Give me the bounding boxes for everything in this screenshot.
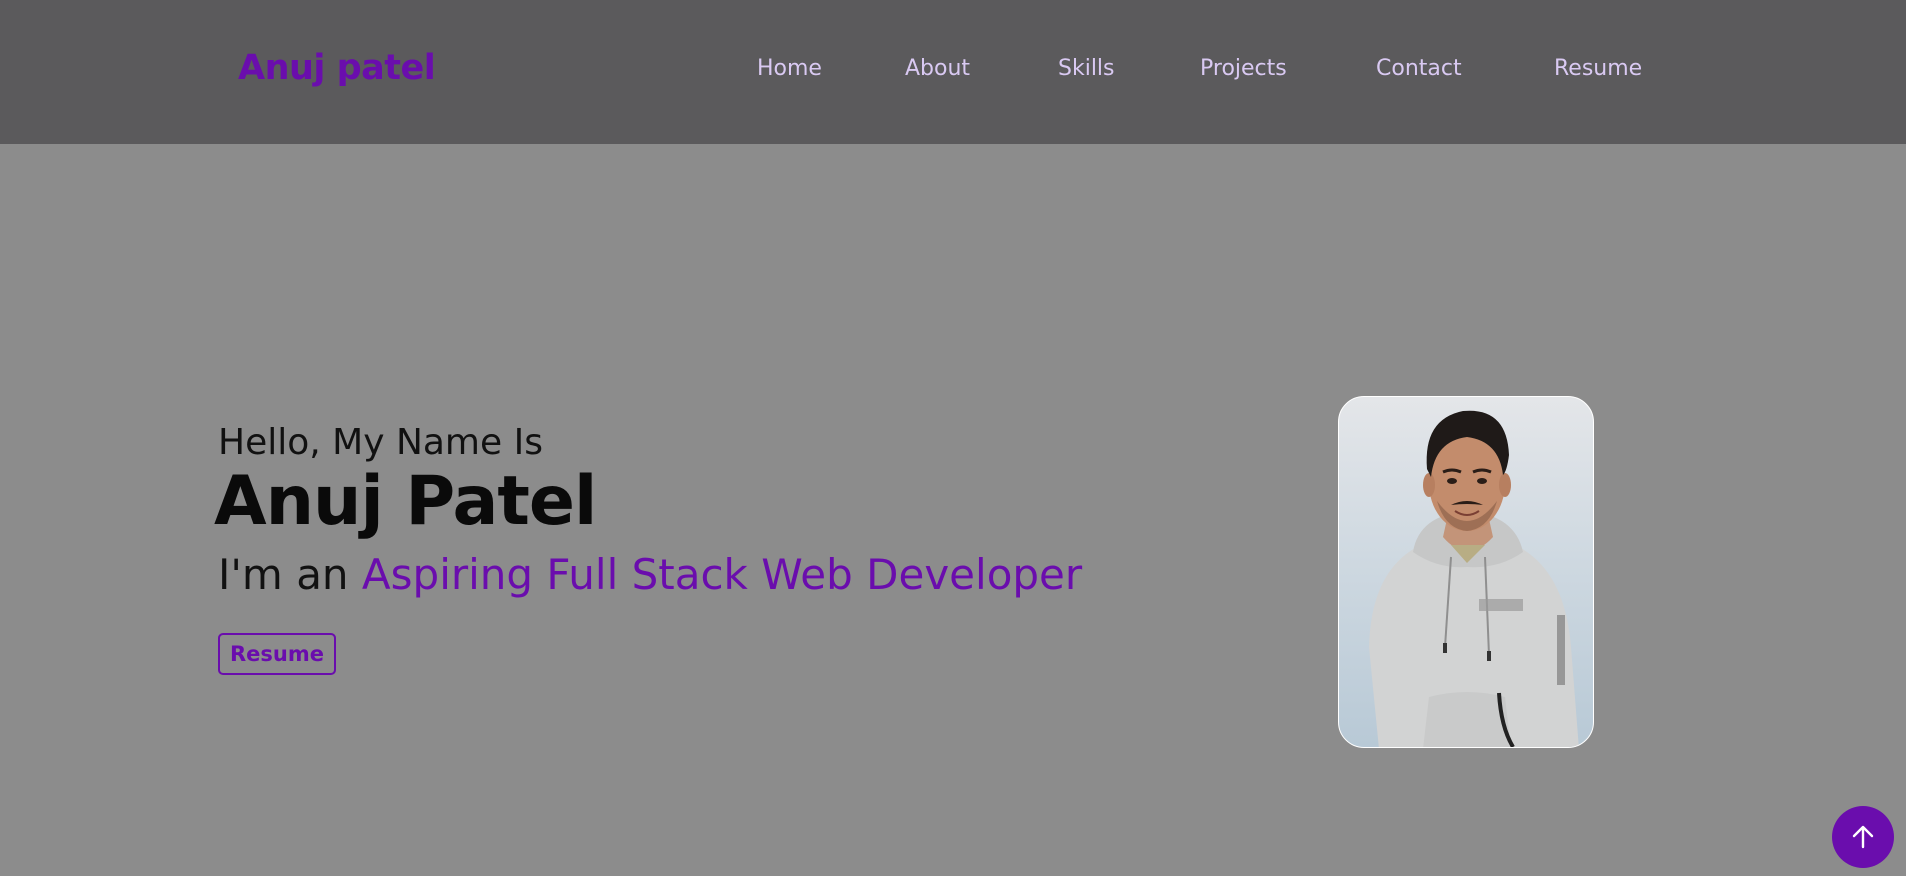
scroll-to-top-button[interactable] [1832, 806, 1894, 868]
nav-menu: Home About Skills Projects Contact Resum… [0, 56, 1906, 86]
nav-link-about[interactable]: About [905, 56, 970, 81]
nav-link-projects[interactable]: Projects [1200, 56, 1287, 81]
tagline-prefix: I'm an [218, 550, 349, 599]
hero-section: Hello, My Name Is Anuj Patel I'm an Aspi… [0, 144, 1906, 876]
resume-button[interactable]: Resume [218, 633, 336, 675]
navbar: Anuj patel Home About Skills Projects Co… [0, 0, 1906, 144]
nav-link-resume[interactable]: Resume [1554, 56, 1642, 81]
hero-name: Anuj Patel [214, 462, 597, 541]
nav-link-home[interactable]: Home [757, 56, 822, 81]
arrow-up-icon [1852, 825, 1874, 849]
hero-tagline: I'm an Aspiring Full Stack Web Developer [218, 550, 1082, 599]
profile-photo [1338, 396, 1594, 748]
tagline-role: Aspiring Full Stack Web Developer [361, 550, 1083, 599]
hero-greeting: Hello, My Name Is [218, 422, 543, 463]
nav-link-skills[interactable]: Skills [1058, 56, 1115, 81]
nav-link-contact[interactable]: Contact [1376, 56, 1462, 81]
profile-photo-illustration [1369, 410, 1579, 747]
